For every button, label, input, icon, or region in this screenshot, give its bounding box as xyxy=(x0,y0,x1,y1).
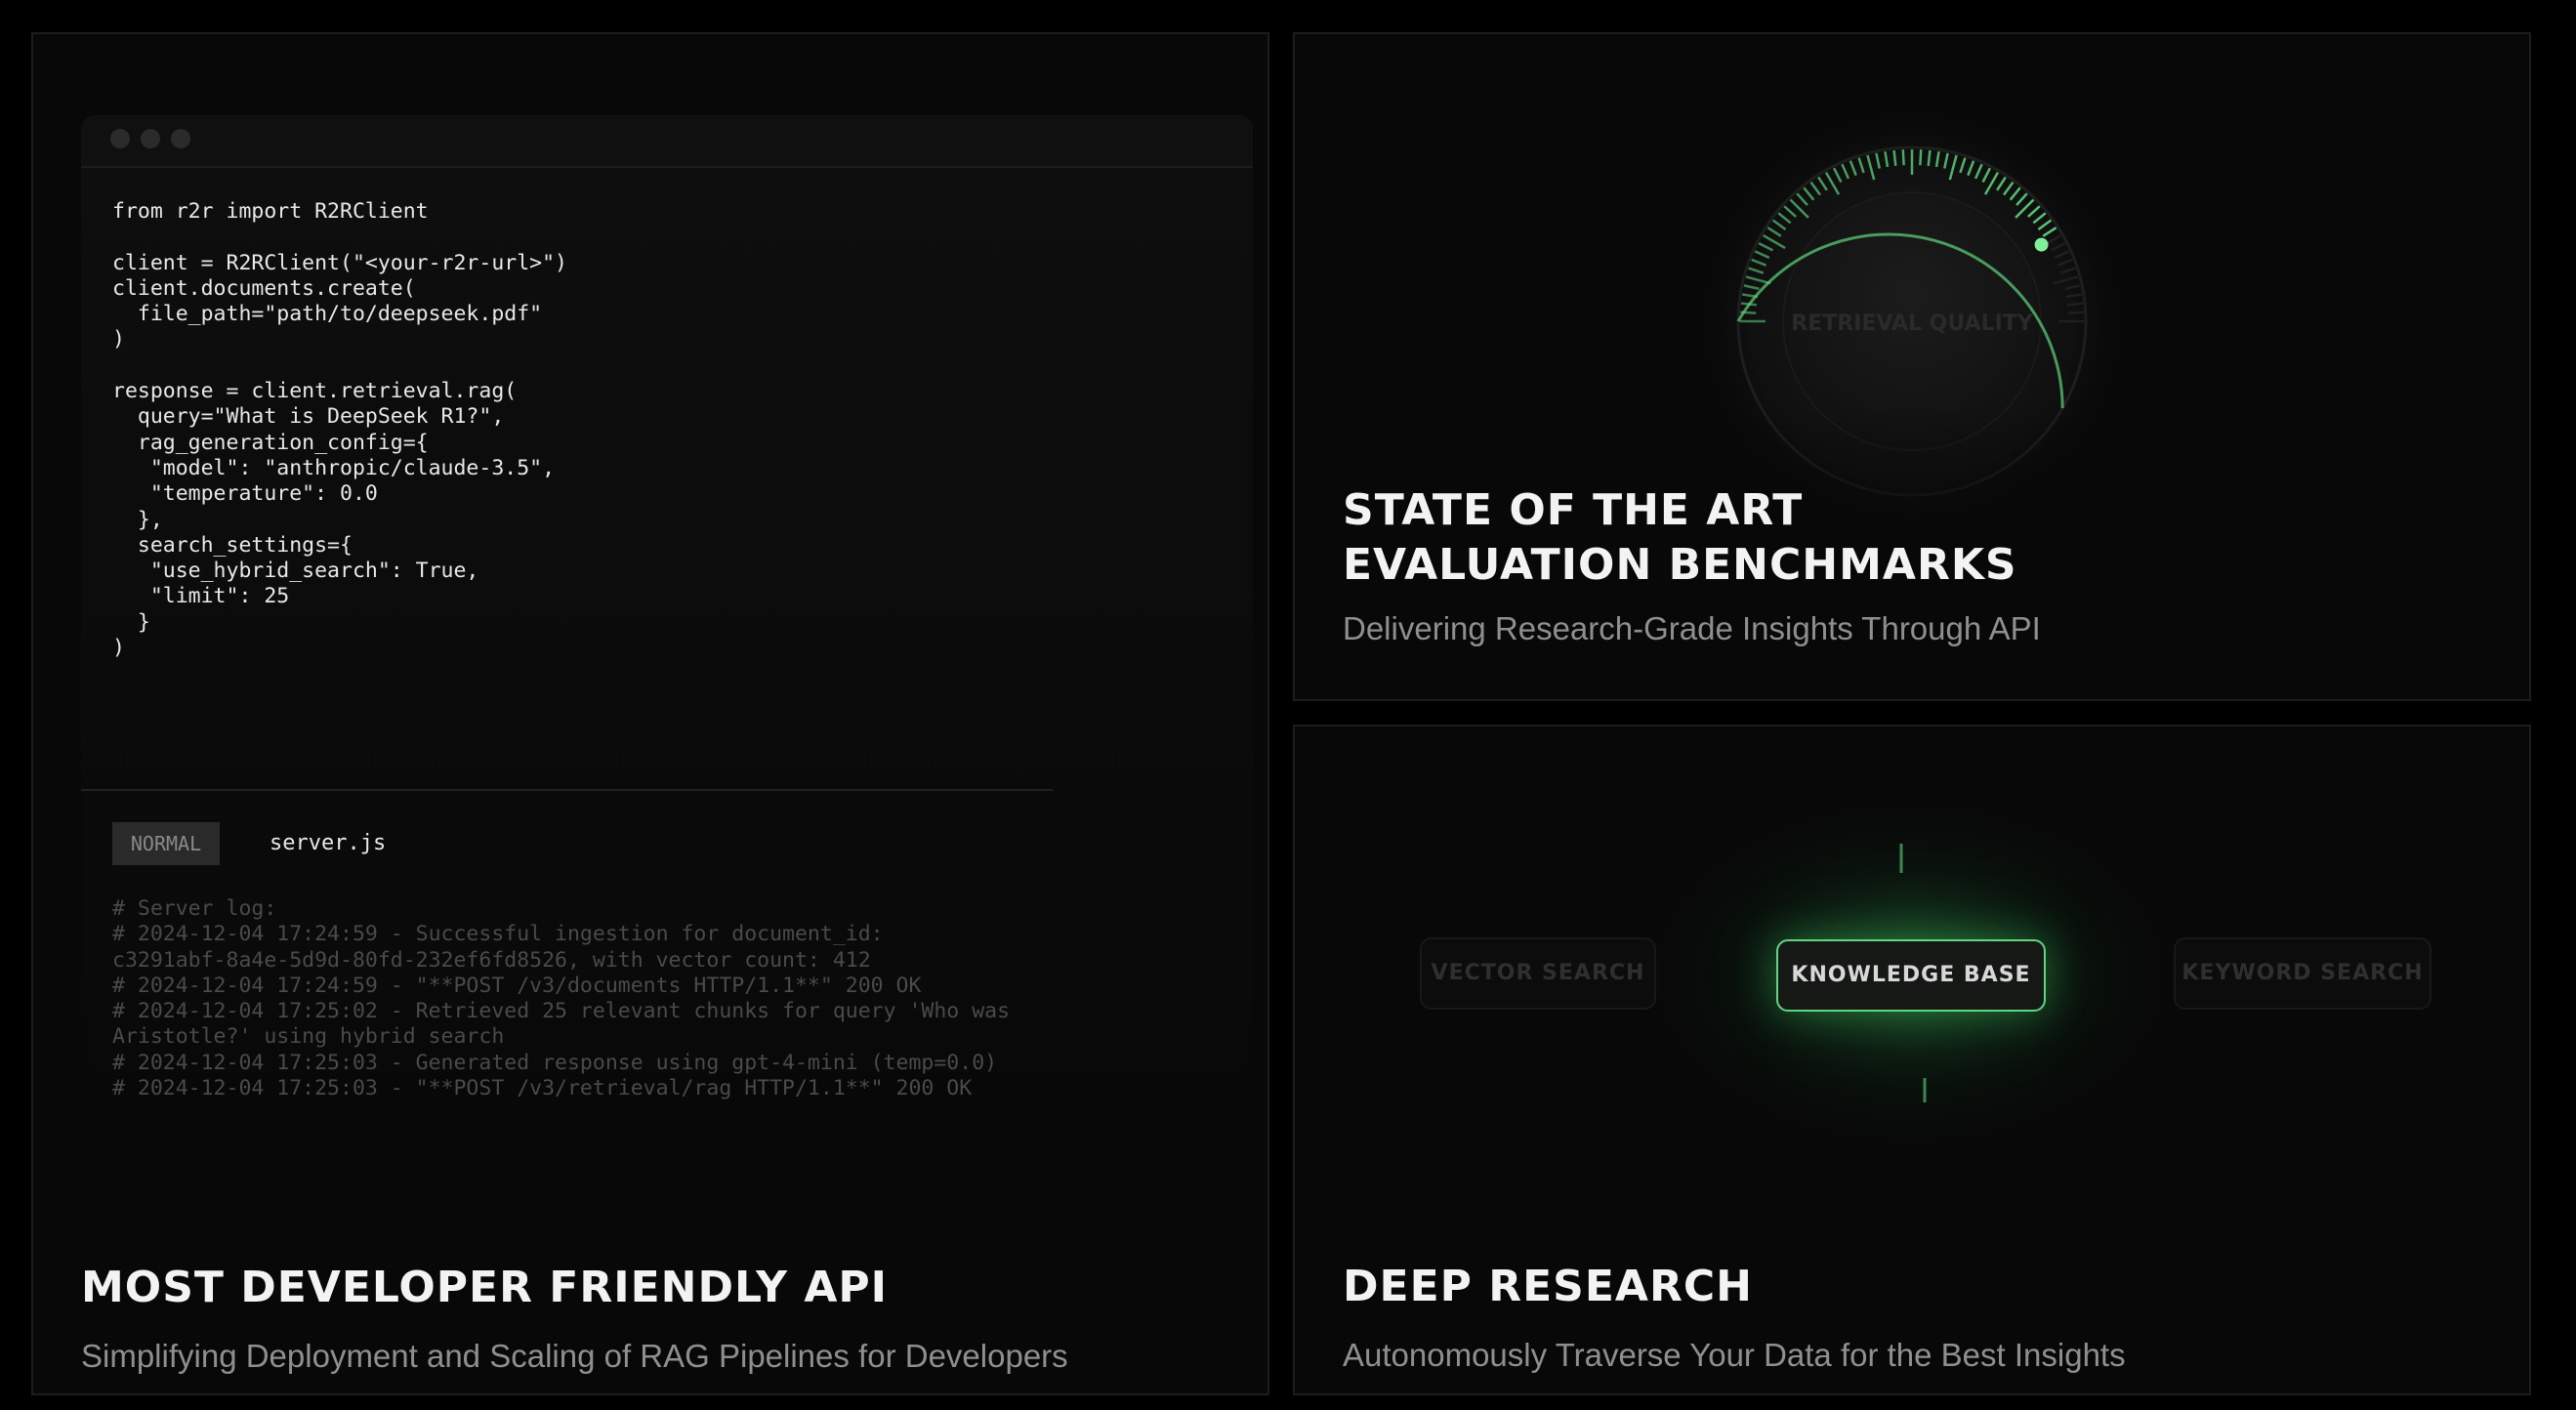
eval-title-line-1: STATE OF THE ART xyxy=(1343,485,1804,535)
gauge-tick xyxy=(1927,149,1932,167)
gauge-tick xyxy=(1901,149,1905,166)
eval-title-line-2: EVALUATION BENCHMARKS xyxy=(1343,540,2017,590)
gauge-indicator-knob xyxy=(2034,237,2049,252)
window-maximize-dot-icon[interactable] xyxy=(171,129,190,148)
research-card-subtitle: Autonomously Traverse Your Data for the … xyxy=(1343,1337,2126,1373)
gauge-tick xyxy=(2066,302,2084,307)
python-code-snippet: from r2r import R2RClient client = R2RCl… xyxy=(112,199,567,661)
api-card-subtitle: Simplifying Deployment and Scaling of RA… xyxy=(81,1338,1068,1374)
code-editor-window: from r2r import R2RClient client = R2RCl… xyxy=(81,115,1253,1100)
gauge-tick xyxy=(2067,311,2084,314)
evaluation-benchmarks-card: RETRIEVAL QUALITY STATE OF THE ART EVALU… xyxy=(1293,32,2531,701)
research-card-title: DEEP RESEARCH xyxy=(1343,1262,1753,1311)
gauge-label: RETRIEVAL QUALITY xyxy=(1791,311,2033,336)
vector-search-node: VECTOR SEARCH xyxy=(1420,937,1656,1010)
editor-file-name: server.js xyxy=(270,831,387,855)
developer-api-card: from r2r import R2RClient client = R2RCl… xyxy=(31,32,1269,1395)
eval-card-subtitle: Delivering Research-Grade Insights Throu… xyxy=(1343,610,2041,646)
retrieval-quality-gauge: RETRIEVAL QUALITY xyxy=(1646,92,2193,571)
api-card-title: MOST DEVELOPER FRIENDLY API xyxy=(81,1263,889,1312)
knowledge-base-node: KNOWLEDGE BASE xyxy=(1776,939,2046,1012)
eval-card-title: STATE OF THE ART EVALUATION BENCHMARKS xyxy=(1343,483,2017,593)
gauge-tick xyxy=(1892,149,1897,167)
gauge-tick xyxy=(1919,149,1923,166)
window-title-bar xyxy=(81,115,1253,168)
keyword-search-node: KEYWORD SEARCH xyxy=(2174,937,2431,1010)
editor-mode-badge: NORMAL xyxy=(112,822,220,865)
deep-research-card: VECTOR SEARCH KNOWLEDGE BASE KEYWORD SEA… xyxy=(1293,725,2531,1395)
window-minimize-dot-icon[interactable] xyxy=(141,129,160,148)
window-close-dot-icon[interactable] xyxy=(110,129,130,148)
editor-divider xyxy=(81,789,1053,791)
server-log-output: # Server log: # 2024-12-04 17:24:59 - Su… xyxy=(112,896,1011,1101)
